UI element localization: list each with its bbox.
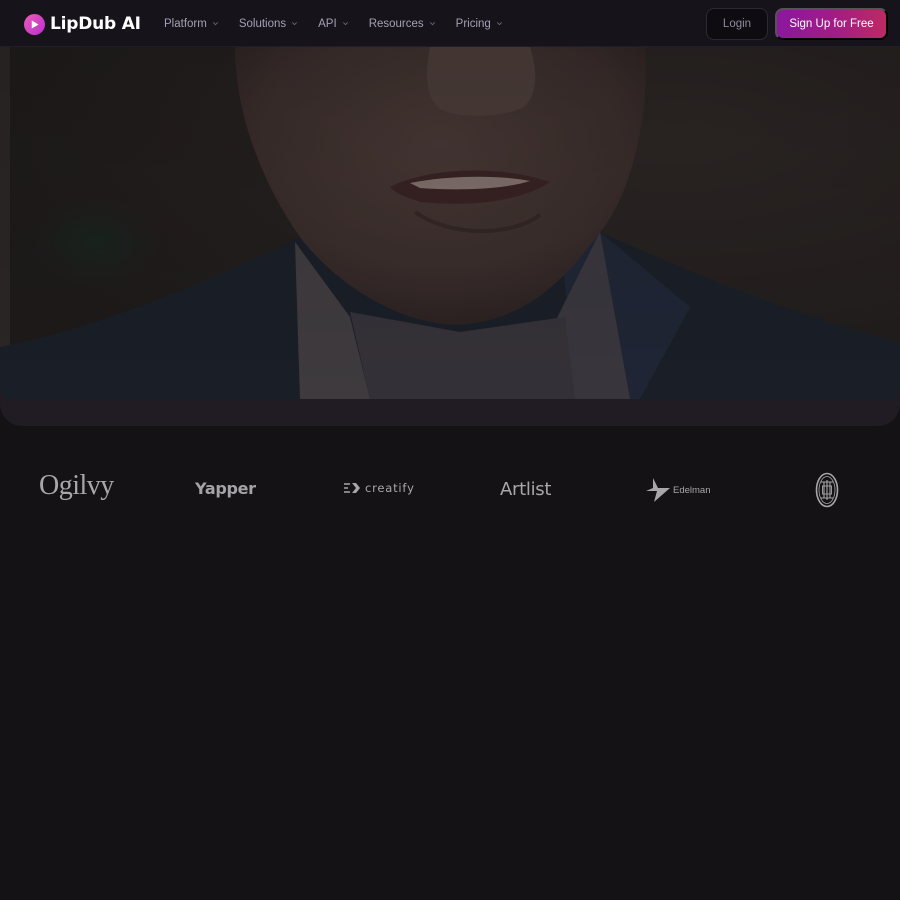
- logo-creatify: creatify: [343, 481, 415, 495]
- login-button[interactable]: Login: [706, 8, 768, 40]
- chevron-down-icon: [292, 22, 298, 26]
- chevron-down-icon: [429, 22, 435, 26]
- logo-ogilvy: Ogilvy: [39, 470, 114, 501]
- logo-yapper: Yapper: [195, 479, 256, 498]
- creatify-mark-icon: [344, 483, 360, 493]
- chevron-down-icon: [212, 22, 218, 26]
- logo-edelman-text: Edelman: [673, 484, 711, 496]
- brand-logo-link[interactable]: LipDub AI: [24, 12, 141, 36]
- logo-edelman: Edelman: [646, 478, 711, 502]
- nav-item-label: Solutions: [238, 17, 287, 30]
- nav-item-api[interactable]: API: [318, 18, 349, 30]
- nav-item-label: Resources: [368, 17, 424, 30]
- top-navigation-bar: LipDub AI Platform Solutions API Resourc…: [0, 0, 900, 47]
- logo-ac-milan: [815, 472, 839, 513]
- client-logo-strip: Ogilvy Yapper creatify Artlist Edelman: [0, 446, 900, 536]
- edelman-arrow-icon: [646, 478, 670, 502]
- main-nav-menu: Platform Solutions API Resources Pricing: [164, 0, 503, 47]
- ac-milan-crest-icon: [815, 472, 839, 508]
- nav-item-resources[interactable]: Resources: [369, 18, 436, 30]
- nav-item-platform[interactable]: Platform: [164, 18, 219, 30]
- hero-video[interactable]: [0, 47, 900, 399]
- brand-name: LipDub AI: [50, 14, 141, 34]
- video-play-area[interactable]: [0, 47, 900, 399]
- nav-item-label: API: [318, 17, 337, 30]
- logo-creatify-text: creatify: [365, 481, 415, 495]
- chevron-down-icon: [496, 22, 502, 26]
- nav-item-solutions[interactable]: Solutions: [239, 18, 298, 30]
- nav-item-label: Platform: [164, 17, 207, 30]
- nav-item-label: Pricing: [455, 17, 491, 30]
- chevron-down-icon: [342, 22, 348, 26]
- sign-up-button[interactable]: Sign Up for Free: [775, 8, 888, 40]
- nav-item-pricing[interactable]: Pricing: [456, 18, 503, 30]
- logo-artlist: Artlist: [500, 479, 552, 500]
- play-logo-icon: [24, 13, 45, 35]
